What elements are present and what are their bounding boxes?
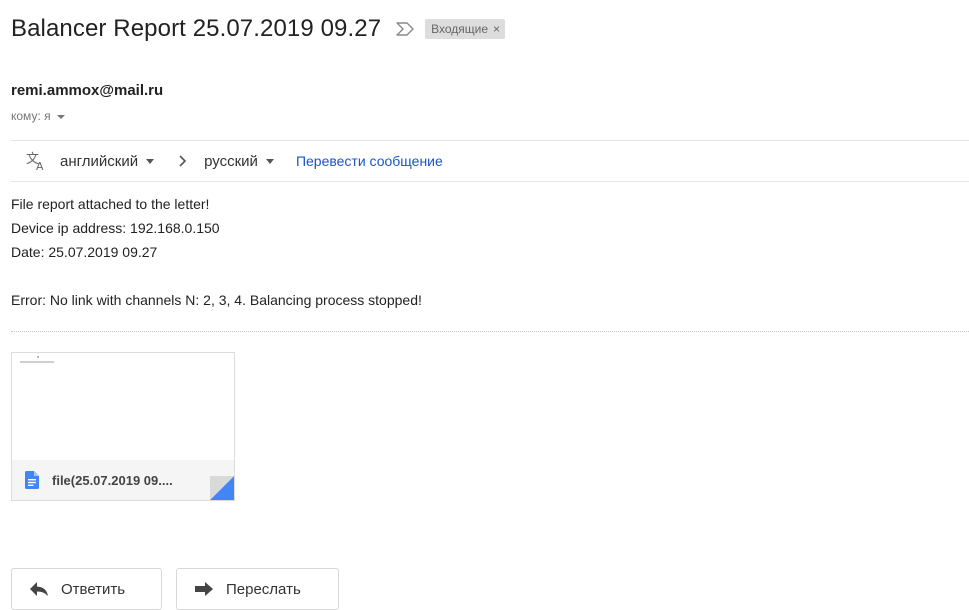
source-language-select[interactable]: английский xyxy=(60,152,155,170)
subject-row: Balancer Report 25.07.2019 09.27 Входящи… xyxy=(11,11,506,47)
sender-email[interactable]: remi.ammox@mail.ru xyxy=(11,82,163,99)
chevron-right-icon xyxy=(178,154,188,168)
reply-icon xyxy=(29,581,49,597)
attachments-divider xyxy=(11,331,969,332)
preview-thumbnail-detail xyxy=(20,361,54,363)
caret-down-icon xyxy=(265,158,274,164)
svg-text:A: A xyxy=(36,160,44,172)
recipients-text: кому: я xyxy=(11,109,51,123)
attachment-filename: file(25.07.2019 09.... xyxy=(52,472,173,488)
translate-icon: 文 A xyxy=(25,150,47,173)
caret-down-icon xyxy=(56,114,65,119)
forward-button[interactable]: Переслать xyxy=(176,568,339,610)
reply-button[interactable]: Ответить xyxy=(11,568,162,610)
body-line: File report attached to the letter! xyxy=(11,196,210,212)
translate-bar: 文 A английский русский Перевести сообщен… xyxy=(11,140,969,182)
translate-message-link[interactable]: Перевести сообщение xyxy=(296,153,443,169)
target-language-label: русский xyxy=(204,152,258,170)
google-docs-icon xyxy=(25,471,39,489)
recipients-dropdown[interactable]: кому: я xyxy=(11,109,65,123)
body-line: Device ip address: 192.168.0.150 xyxy=(11,220,220,236)
email-subject: Balancer Report 25.07.2019 09.27 xyxy=(11,15,382,42)
forward-icon xyxy=(194,581,214,597)
forward-button-label: Переслать xyxy=(226,580,301,598)
attachment-card[interactable]: file(25.07.2019 09.... xyxy=(11,352,235,501)
label-text: Входящие xyxy=(431,22,489,36)
error-line: Error: No link with channels N: 2, 3, 4.… xyxy=(11,292,422,308)
page-fold-icon xyxy=(210,476,234,500)
message-body: File report attached to the letter! Devi… xyxy=(11,192,422,312)
remove-label-icon[interactable]: × xyxy=(493,22,500,36)
target-language-select[interactable]: русский xyxy=(204,153,274,170)
caret-down-icon xyxy=(146,158,155,164)
source-language-label: английский xyxy=(60,152,139,170)
inbox-label-chip: Входящие × xyxy=(425,19,506,39)
importance-marker-icon[interactable] xyxy=(395,21,415,37)
body-line: Date: 25.07.2019 09.27 xyxy=(11,244,158,260)
preview-thumbnail-detail xyxy=(37,356,39,358)
attachment-footer: file(25.07.2019 09.... xyxy=(12,460,234,500)
reply-button-label: Ответить xyxy=(61,580,126,598)
